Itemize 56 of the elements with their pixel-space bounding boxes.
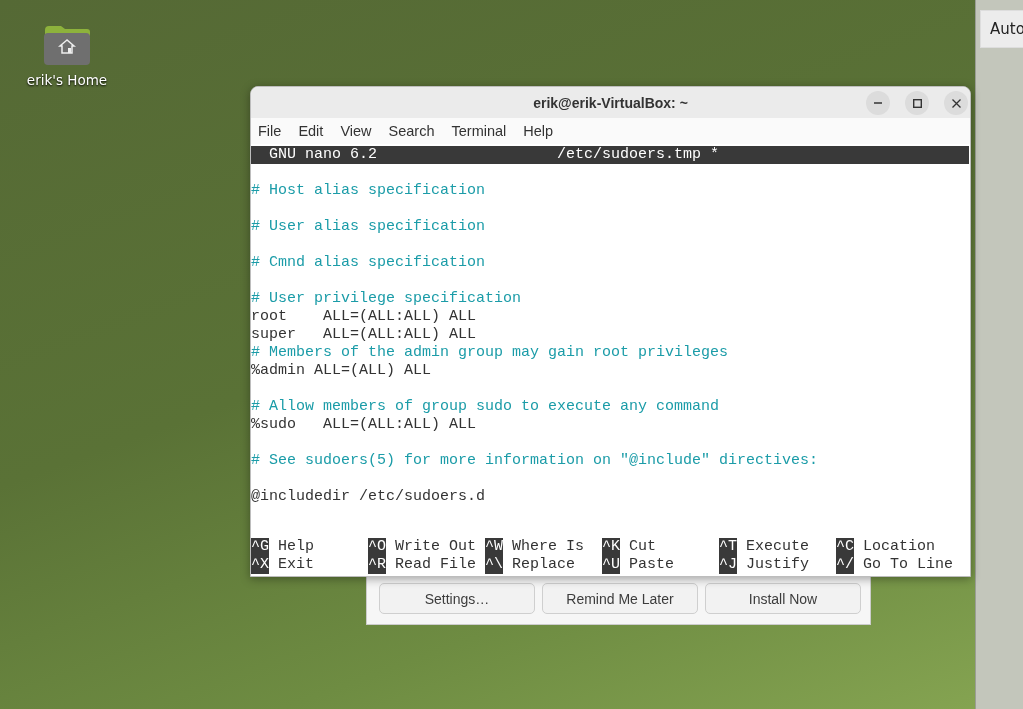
icon-label[interactable]: erik's Home <box>26 72 108 88</box>
shortcut-label: Location <box>863 538 936 556</box>
menu-item[interactable]: Terminal <box>451 123 507 139</box>
editor-version: GNU nano 6.2 <box>269 146 379 164</box>
shortcut-label: Help <box>278 538 315 556</box>
code-line: @includedir /etc/sudoers.d <box>251 488 486 506</box>
shortcut-label: Cut <box>629 538 657 556</box>
menu-item[interactable]: File <box>258 123 282 139</box>
code-line: root ALL=(ALL:ALL) ALL <box>251 308 477 326</box>
maximize-icon <box>912 98 922 108</box>
shortcut-key: ^C <box>836 538 854 556</box>
comment-line: # Members of the admin group may gain root privileges <box>251 344 729 362</box>
shortcut-label: Justify <box>746 556 810 574</box>
shortcut-label: Exit <box>278 556 315 574</box>
shortcut-key: ^\ <box>485 556 503 574</box>
shortcut-label: Go To Line <box>863 556 954 574</box>
comment-line: # User privilege specification <box>251 290 522 308</box>
code-line: %admin ALL=(ALL) ALL <box>251 362 432 380</box>
code-line: super ALL=(ALL:ALL) ALL <box>251 326 477 344</box>
shortcut-label: Read File <box>395 556 477 574</box>
shortcut-key: ^O <box>368 538 386 556</box>
code-line: %sudo ALL=(ALL:ALL) ALL <box>251 416 477 434</box>
shortcut-key: ^G <box>251 538 269 556</box>
shortcut-key: ^K <box>602 538 620 556</box>
shortcut-label: Where Is <box>512 538 585 556</box>
home-folder-icon <box>43 24 91 66</box>
maximize-button[interactable] <box>905 91 929 115</box>
minimize-icon <box>874 102 882 104</box>
comment-line: # Host alias specification <box>251 182 486 200</box>
shortcut-key: ^T <box>719 538 737 556</box>
shortcut-label: Execute <box>746 538 810 556</box>
shortcut-label: Write Out <box>395 538 477 556</box>
comment-line: # Allow members of group sudo to execute any command <box>251 398 720 416</box>
shortcut-key: ^/ <box>836 556 854 574</box>
file-name: /etc/sudoers.tmp * <box>557 146 720 164</box>
dialog-button[interactable]: Settings… <box>379 583 535 614</box>
shortcut-key: ^R <box>368 556 386 574</box>
menu-item[interactable]: Search <box>388 123 435 139</box>
shortcut-label: Paste <box>629 556 675 574</box>
close-button[interactable] <box>944 91 968 115</box>
menu-item[interactable]: View <box>340 123 372 139</box>
comment-line: # See sudoers(5) for more information on "@include" directives: <box>251 452 819 470</box>
menu-item[interactable]: Edit <box>298 123 324 139</box>
window-title: erik@erik-VirtualBox: ~ <box>533 94 688 111</box>
shortcut-key: ^W <box>485 538 503 556</box>
shortcut-label: Replace <box>512 556 576 574</box>
comment-line: # User alias specification <box>251 218 486 236</box>
minimize-button[interactable] <box>866 91 890 115</box>
comment-line: # Cmnd alias specification <box>251 254 486 272</box>
menu-item[interactable]: Help <box>523 123 554 139</box>
dialog-button[interactable]: Remind Me Later <box>542 583 698 614</box>
close-icon <box>951 98 961 108</box>
shortcut-key: ^U <box>602 556 620 574</box>
shortcut-key: ^X <box>251 556 269 574</box>
dialog-button[interactable]: Install Now <box>705 583 861 614</box>
shortcut-key: ^J <box>719 556 737 574</box>
